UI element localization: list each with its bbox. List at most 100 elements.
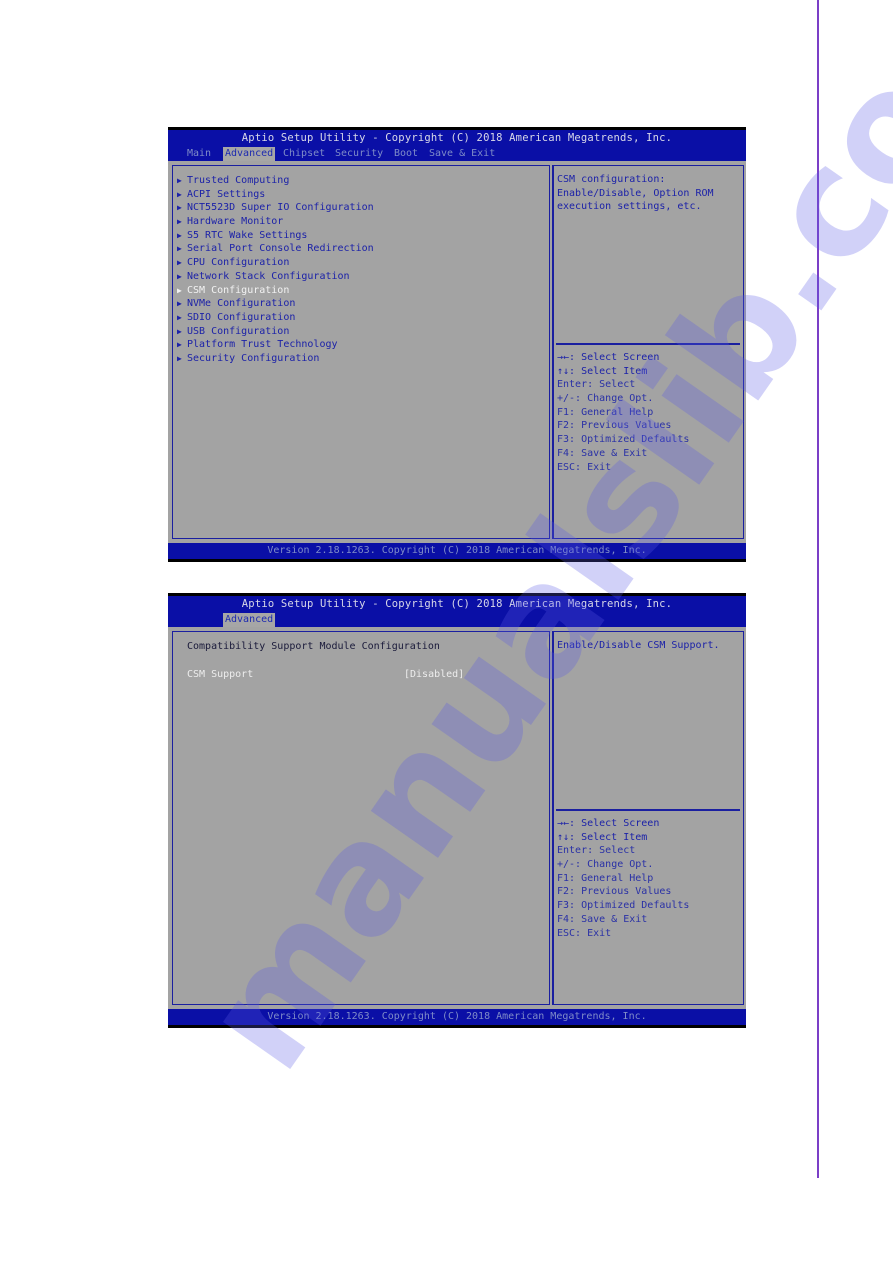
submenu-arrow-icon: ▶ xyxy=(177,285,182,295)
menu-item-label: SDIO Configuration xyxy=(187,311,296,323)
bios-footer: Version 2.18.1263. Copyright (C) 2018 Am… xyxy=(168,543,746,559)
key-enter: Enter: Select xyxy=(557,378,689,392)
menu-item-label: Platform Trust Technology xyxy=(187,339,338,351)
menu-item-hardware-monitor[interactable]: ▶ Hardware Monitor xyxy=(177,215,374,229)
menu-item-s5-rtc-wake[interactable]: ▶ S5 RTC Wake Settings xyxy=(177,229,374,243)
menu-panel: ▶ Trusted Computing ▶ ACPI Settings ▶ NCT55… xyxy=(172,165,550,539)
key-label: F1: xyxy=(557,406,576,418)
help-description: Enable/Disable CSM Support. xyxy=(557,640,720,651)
key-description: Optimized Defaults xyxy=(575,434,690,446)
key-label: F1: xyxy=(557,872,576,884)
bios-screen-advanced: Aptio Setup Utility - Copyright (C) 2018… xyxy=(168,127,746,562)
key-select-item: ↑↓: Select Item xyxy=(557,831,689,845)
key-change-opt: +/-: Change Opt. xyxy=(557,392,689,406)
tab-security[interactable]: Security xyxy=(333,147,385,161)
menu-item-usb-config[interactable]: ▶ USB Configuration xyxy=(177,325,374,339)
key-label: F2: xyxy=(557,420,576,432)
key-description: Select Screen xyxy=(575,352,660,363)
menu-item-nvme-config[interactable]: ▶ NVMe Configuration xyxy=(177,297,374,311)
menu-item-label: Trusted Computing xyxy=(187,175,290,186)
menu-item-label: Serial Port Console Redirection xyxy=(187,243,374,255)
submenu-arrow-icon: ▶ xyxy=(177,217,182,227)
help-panel: CSM configuration: Enable/Disable, Optio… xyxy=(552,165,744,539)
menu-item-cpu-config[interactable]: ▶ CPU Configuration xyxy=(177,256,374,270)
tab-chipset[interactable]: Chipset xyxy=(281,147,327,161)
tab-main[interactable]: Main xyxy=(185,147,213,161)
key-exit: ESC: Exit xyxy=(557,927,689,941)
key-label: ESC: xyxy=(557,461,582,473)
help-panel: Enable/Disable CSM Support. →←: Select S… xyxy=(552,631,744,1005)
key-change-opt: +/-: Change Opt. xyxy=(557,858,689,872)
key-label: →←: xyxy=(557,352,576,363)
menu-item-trusted-computing[interactable]: ▶ Trusted Computing xyxy=(177,174,374,188)
tab-save-exit[interactable]: Save & Exit xyxy=(427,147,497,161)
submenu-arrow-icon: ▶ xyxy=(177,353,182,363)
menu-item-platform-trust[interactable]: ▶ Platform Trust Technology xyxy=(177,338,374,352)
menu-item-acpi-settings[interactable]: ▶ ACPI Settings xyxy=(177,188,374,202)
submenu-arrow-icon: ▶ xyxy=(177,189,182,199)
key-description: Select Screen xyxy=(575,818,660,829)
submenu-arrow-icon: ▶ xyxy=(177,258,182,268)
menu-item-label: Network Stack Configuration xyxy=(187,270,350,282)
menu-item-label: Hardware Monitor xyxy=(187,216,284,228)
menu-item-label: USB Configuration xyxy=(187,325,290,337)
key-enter: Enter: Select xyxy=(557,844,689,858)
submenu-arrow-icon: ▶ xyxy=(177,176,182,185)
tab-advanced[interactable]: Advanced xyxy=(223,613,276,627)
key-label: F3: xyxy=(557,434,576,446)
menu-item-csm-config[interactable]: ▶ CSM Configuration xyxy=(177,284,374,298)
bios-title: Aptio Setup Utility - Copyright (C) 2018… xyxy=(241,132,673,144)
menu-item-label: Security Configuration xyxy=(187,352,320,364)
settings-panel: Compatibility Support Module Configurati… xyxy=(172,631,550,1005)
bios-tab-bar: Main Advanced Chipset Security Boot Save… xyxy=(168,147,746,161)
menu-item-security-config[interactable]: ▶ Security Configuration xyxy=(177,352,374,366)
key-description: Select Item xyxy=(575,365,648,377)
submenu-arrow-icon: ▶ xyxy=(177,340,182,350)
bios-body: ▶ Trusted Computing ▶ ACPI Settings ▶ NCT55… xyxy=(168,161,746,543)
setting-label: CSM Support xyxy=(187,669,254,680)
bios-footer: Version 2.18.1263. Copyright (C) 2018 Am… xyxy=(168,1009,746,1025)
page-margin-rule xyxy=(817,0,819,1178)
key-description: Previous Values xyxy=(575,420,672,432)
key-legend: →←: Select Screen ↑↓: Select Item Enter:… xyxy=(557,817,689,940)
key-label: F4: xyxy=(557,913,576,925)
key-description: General Help xyxy=(575,872,654,884)
setting-csm-support[interactable]: CSM Support [Disabled] xyxy=(187,668,547,682)
key-label: Enter: xyxy=(557,379,594,391)
key-save-exit: F4: Save & Exit xyxy=(557,447,689,461)
bios-screen-csm: Aptio Setup Utility - Copyright (C) 2018… xyxy=(168,593,746,1028)
bios-tab-bar: Advanced xyxy=(168,613,746,627)
submenu-arrow-icon: ▶ xyxy=(177,230,182,240)
menu-item-super-io[interactable]: ▶ NCT5523D Super IO Configuration xyxy=(177,201,374,215)
key-description: Select xyxy=(593,845,636,857)
key-description: Save & Exit xyxy=(575,447,648,459)
menu-item-label: NVMe Configuration xyxy=(187,298,296,310)
bios-header: Aptio Setup Utility - Copyright (C) 2018… xyxy=(168,130,746,161)
key-general-help: F1: General Help xyxy=(557,406,689,420)
key-label: +/-: xyxy=(557,393,582,405)
key-label: +/-: xyxy=(557,859,582,871)
menu-item-sdio-config[interactable]: ▶ SDIO Configuration xyxy=(177,311,374,325)
key-description: Save & Exit xyxy=(575,913,648,925)
key-description: Select Item xyxy=(575,831,648,843)
key-save-exit: F4: Save & Exit xyxy=(557,913,689,927)
section-title: Compatibility Support Module Configurati… xyxy=(187,641,440,652)
tab-advanced[interactable]: Advanced xyxy=(223,147,276,161)
key-legend: →←: Select Screen ↑↓: Select Item Enter:… xyxy=(557,351,689,474)
key-optimized-defaults: F3: Optimized Defaults xyxy=(557,899,689,913)
key-label: →←: xyxy=(557,818,576,829)
menu-item-serial-console[interactable]: ▶ Serial Port Console Redirection xyxy=(177,242,374,256)
key-general-help: F1: General Help xyxy=(557,872,689,886)
key-previous-values: F2: Previous Values xyxy=(557,419,689,433)
help-divider xyxy=(556,343,740,345)
key-select-screen: →←: Select Screen xyxy=(557,817,689,831)
key-label: F3: xyxy=(557,900,576,912)
help-description: CSM configuration: Enable/Disable, Optio… xyxy=(557,174,714,213)
key-label: F2: xyxy=(557,886,576,898)
menu-item-network-stack[interactable]: ▶ Network Stack Configuration xyxy=(177,270,374,284)
tab-boot[interactable]: Boot xyxy=(392,147,420,161)
setting-value-dropdown[interactable]: [Disabled] xyxy=(404,668,464,682)
menu-item-label: CSM Configuration xyxy=(187,284,290,296)
key-label: F4: xyxy=(557,447,576,459)
key-label: Enter: xyxy=(557,845,594,857)
